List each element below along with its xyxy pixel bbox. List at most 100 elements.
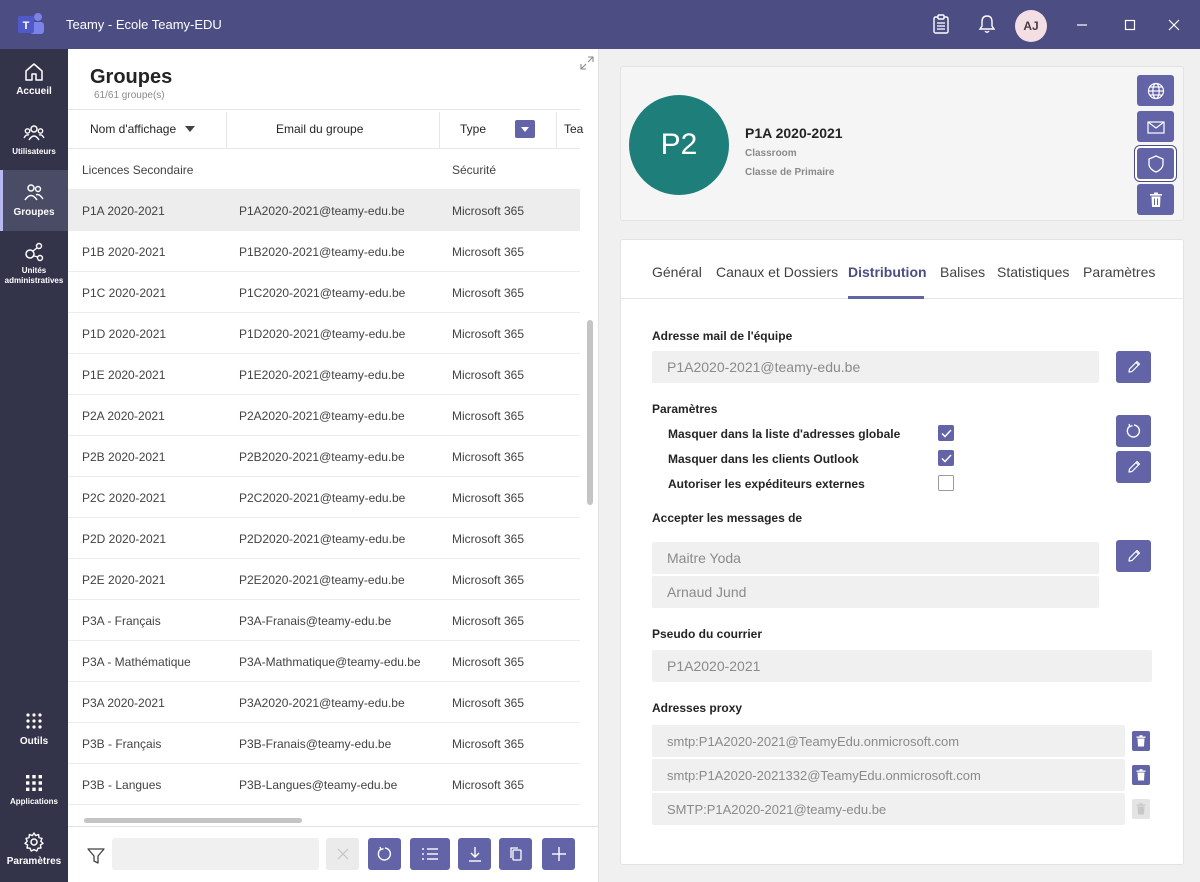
pencil-icon [1127,360,1140,373]
cell-name: P3B - Français [82,737,162,751]
table-row[interactable]: P2E 2020-2021 P2E2020-2021@teamy-edu.be Mi… [68,559,580,600]
users-icon [23,125,45,141]
cell-name: P2A 2020-2021 [82,409,165,423]
edit-settings-button[interactable] [1116,451,1151,483]
tab-distribution[interactable]: Distribution [848,264,927,280]
cell-name: P3B - Langues [82,778,162,792]
table-row[interactable]: P2D 2020-2021 P2D2020-2021@teamy-edu.be Mi… [68,518,580,559]
filter-input[interactable] [112,838,319,870]
table-row[interactable]: P1D 2020-2021 P1D2020-2021@teamy-edu.be Mi… [68,313,580,354]
team-mail-field: P1A2020-2021@teamy-edu.be [652,351,1099,383]
type-filter-dropdown[interactable] [515,120,535,138]
hide-outlook-checkbox[interactable] [938,450,954,466]
table-row[interactable]: P3B - Français P3B-Franais@teamy-edu.be Mi… [68,723,580,764]
external-senders-checkbox[interactable] [938,475,954,491]
cell-name: P3A 2020-2021 [82,696,165,710]
delete-proxy-button[interactable] [1132,731,1150,751]
refresh-button[interactable] [368,838,401,870]
user-avatar[interactable]: AJ [1015,10,1047,42]
tab-general[interactable]: Général [652,264,702,280]
rail-item-unites-administratives[interactable]: Unités administratives [0,241,68,286]
table-row[interactable]: P3B - Langues P3B-Langues@teamy-edu.be Mic… [68,764,580,805]
clipboard-icon[interactable] [929,12,953,36]
tab-canaux-dossiers[interactable]: Canaux et Dossiers [716,264,838,280]
cell-email: P1D2020-2021@teamy-edu.be [239,327,406,341]
delete-team-button[interactable] [1137,184,1174,215]
rail-item-groupes[interactable]: Groupes [0,170,68,231]
rail-label: Unités administratives [4,266,64,285]
rail-label: Applications [9,797,58,806]
column-header-team[interactable]: Tea [564,110,583,148]
settings-label: Paramètres [652,402,718,416]
cell-type: Microsoft 365 [452,204,525,218]
column-header-name[interactable]: Nom d'affichage [90,110,196,148]
edit-mail-button[interactable] [1116,351,1151,383]
mail-icon [1146,120,1165,134]
table-row[interactable]: P1E 2020-2021 P1E2020-2021@teamy-edu.be Mi… [68,354,580,395]
maximize-icon[interactable] [1118,13,1142,37]
rail-item-utilisateurs[interactable]: Utilisateurs [0,122,68,157]
cell-email: P2E2020-2021@teamy-edu.be [239,573,405,587]
table-row[interactable]: P2A 2020-2021 P2A2020-2021@teamy-edu.be Mi… [68,395,580,436]
send-mail-button[interactable] [1137,111,1174,142]
cell-type: Microsoft 365 [452,532,525,546]
table-row[interactable]: P2C 2020-2021 P2C2020-2021@teamy-edu.be Mi… [68,477,580,518]
table-row-selected[interactable]: P1A 2020-2021 P1A2020-2021@teamy-edu.be Mi… [68,190,580,231]
cell-type: Microsoft 365 [452,327,525,341]
tab-parametres[interactable]: Paramètres [1083,264,1155,280]
column-header-type[interactable]: Type [460,110,486,148]
cell-type: Microsoft 365 [452,450,525,464]
expand-icon[interactable] [580,56,594,70]
cell-email: P3A2020-2021@teamy-edu.be [239,696,405,710]
delete-proxy-button[interactable] [1132,765,1150,785]
active-tab-indicator [848,296,924,299]
column-header-email[interactable]: Email du groupe [276,110,363,148]
table-row[interactable]: P3A - Mathématique P3A-Mathmatique@teamy-… [68,641,580,682]
column-label: Nom d'affichage [90,122,177,136]
security-button[interactable] [1137,148,1174,179]
table-row[interactable]: P2B 2020-2021 P2B2020-2021@teamy-edu.be Mi… [68,436,580,477]
tab-balises[interactable]: Balises [940,264,985,280]
table-row[interactable]: P3A - Français P3A-Franais@teamy-edu.be Mi… [68,600,580,641]
rail-item-parametres[interactable]: Paramètres [0,831,68,867]
cell-name: Licences Secondaire [82,163,194,177]
setting-label: Masquer dans les clients Outlook [668,452,859,466]
sort-desc-icon [185,126,196,132]
table-row[interactable]: P1C 2020-2021 P1C2020-2021@teamy-edu.be Mi… [68,272,580,313]
rail-item-outils[interactable]: Outils [0,711,68,747]
tab-statistiques[interactable]: Statistiques [997,264,1069,280]
rail-item-applications[interactable]: Applications [0,772,68,807]
delete-proxy-button-disabled [1132,799,1150,819]
rail-label: Accueil [16,86,52,97]
minimize-icon[interactable] [1070,13,1094,37]
cell-email: P2B2020-2021@teamy-edu.be [239,450,405,464]
setting-label: Autoriser les expéditeurs externes [668,477,865,491]
cell-name: P3A - Mathématique [82,655,191,669]
copy-button[interactable] [499,838,532,870]
download-button[interactable] [458,838,491,870]
reset-settings-button[interactable] [1116,415,1151,447]
vertical-scrollbar[interactable] [587,320,593,505]
bell-icon[interactable] [975,12,999,36]
table-row[interactable]: P3A 2020-2021 P3A2020-2021@teamy-edu.be Mi… [68,682,580,723]
table-row[interactable]: P1B 2020-2021 P1B2020-2021@teamy-edu.be Mi… [68,231,580,272]
alias-label: Pseudo du courrier [652,627,763,641]
edit-accept-button[interactable] [1116,540,1151,572]
proxy-label: Adresses proxy [652,701,743,715]
close-icon[interactable] [1162,13,1186,37]
home-icon [25,63,43,81]
bulk-select-button[interactable] [410,838,450,870]
filter-icon [87,848,105,864]
table-row[interactable]: Licences Secondaire Sécurité [68,149,580,190]
rail-item-accueil[interactable]: Accueil [0,61,68,97]
cell-type: Microsoft 365 [452,245,525,259]
cell-email: P1E2020-2021@teamy-edu.be [239,368,405,382]
open-web-button[interactable] [1137,75,1174,106]
cell-email: P1A2020-2021@teamy-edu.be [239,204,405,218]
add-group-button[interactable] [542,838,575,870]
clear-filter-button[interactable] [326,838,359,870]
hide-gal-checkbox[interactable] [938,425,954,441]
horizontal-scrollbar[interactable] [84,818,302,823]
list-check-icon [422,848,438,860]
rail-label: Utilisateurs [12,147,56,156]
